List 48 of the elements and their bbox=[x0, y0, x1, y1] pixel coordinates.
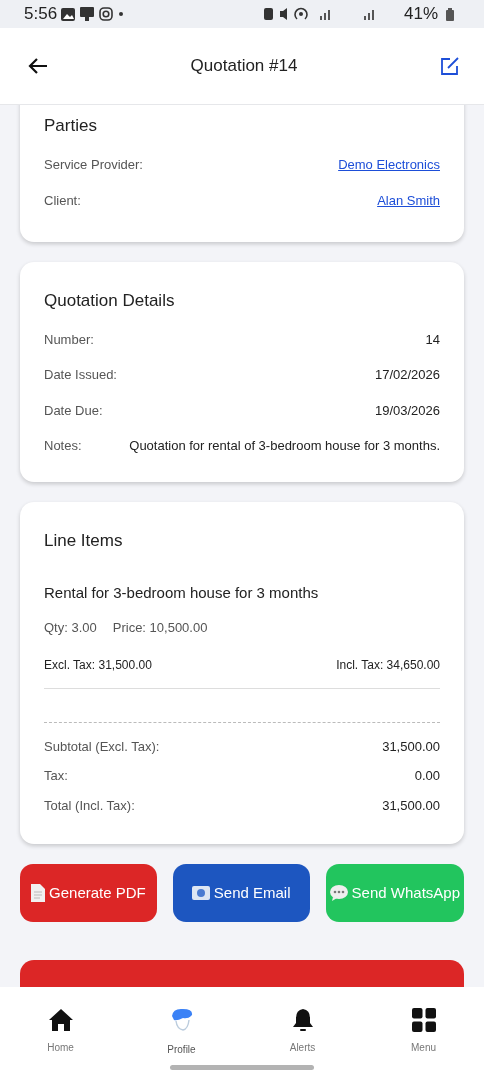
total-value: 31,500.00 bbox=[382, 737, 440, 756]
envelope-icon bbox=[191, 886, 210, 900]
total-value: 31,500.00 bbox=[382, 796, 440, 815]
nav-tab[interactable]: Profile bbox=[121, 1007, 242, 1057]
party-link[interactable]: Alan Smith bbox=[377, 191, 440, 211]
field-value: 19/03/2026 bbox=[374, 401, 440, 420]
battery-percentage: 41% bbox=[403, 3, 438, 26]
section-title: Line Items bbox=[44, 530, 124, 552]
nav-tab[interactable]: Menu bbox=[363, 1007, 484, 1057]
action-button[interactable]: Generate PDF bbox=[20, 864, 157, 922]
incl-tax-amount: Incl. Tax: 34,650.00 bbox=[336, 656, 440, 674]
field-label: Date Due: bbox=[44, 401, 103, 420]
field-value: 17/02/2026 bbox=[374, 366, 440, 384]
total-value: 0.00 bbox=[414, 767, 440, 785]
total-label: Total (Incl. Tax): bbox=[44, 796, 135, 815]
field-value: Quotation for rental of 3-bedroom house for 3 months. bbox=[129, 437, 440, 455]
field-label: Notes: bbox=[44, 437, 82, 455]
field-label: Number: bbox=[44, 330, 94, 349]
field-label: Service Provider: bbox=[44, 155, 143, 174]
document-icon bbox=[31, 884, 46, 902]
edit-icon[interactable] bbox=[440, 56, 460, 76]
grid-menu-icon bbox=[411, 1007, 436, 1033]
nav-tab[interactable]: Alerts bbox=[242, 1007, 363, 1057]
gallery-icon bbox=[61, 7, 76, 21]
field-value: 14 bbox=[425, 330, 440, 349]
back-arrow-icon[interactable] bbox=[28, 57, 48, 75]
item-quantity: Qty: 3.00 bbox=[44, 619, 97, 637]
dot-icon bbox=[117, 10, 126, 18]
field-label: Date Issued: bbox=[44, 366, 117, 384]
device-icon bbox=[79, 7, 96, 21]
action-button[interactable]: Send Email bbox=[172, 864, 310, 922]
battery-icon bbox=[446, 7, 454, 21]
bell-icon bbox=[291, 1007, 314, 1033]
excl-tax-amount: Excl. Tax: 31,500.00 bbox=[44, 656, 152, 674]
section-title: Quotation Details bbox=[44, 290, 176, 312]
camera-app-icon bbox=[99, 7, 114, 21]
total-label: Subtotal (Excl. Tax): bbox=[44, 737, 160, 756]
section-title: Parties bbox=[44, 115, 98, 137]
nav-tab[interactable]: Home bbox=[0, 1007, 121, 1057]
speech-bubble-icon bbox=[329, 885, 348, 901]
field-label: Client: bbox=[44, 192, 81, 210]
party-link[interactable]: Demo Electronics bbox=[338, 154, 440, 174]
item-description: Rental for 3-bedroom house for 3 months bbox=[44, 582, 320, 603]
screen-title: Quotation #14 bbox=[190, 55, 298, 78]
home-icon bbox=[48, 1007, 73, 1033]
item-price: Price: 10,500.00 bbox=[112, 619, 208, 637]
total-label: Tax: bbox=[44, 767, 68, 785]
status-time: 5:56 bbox=[24, 3, 58, 26]
